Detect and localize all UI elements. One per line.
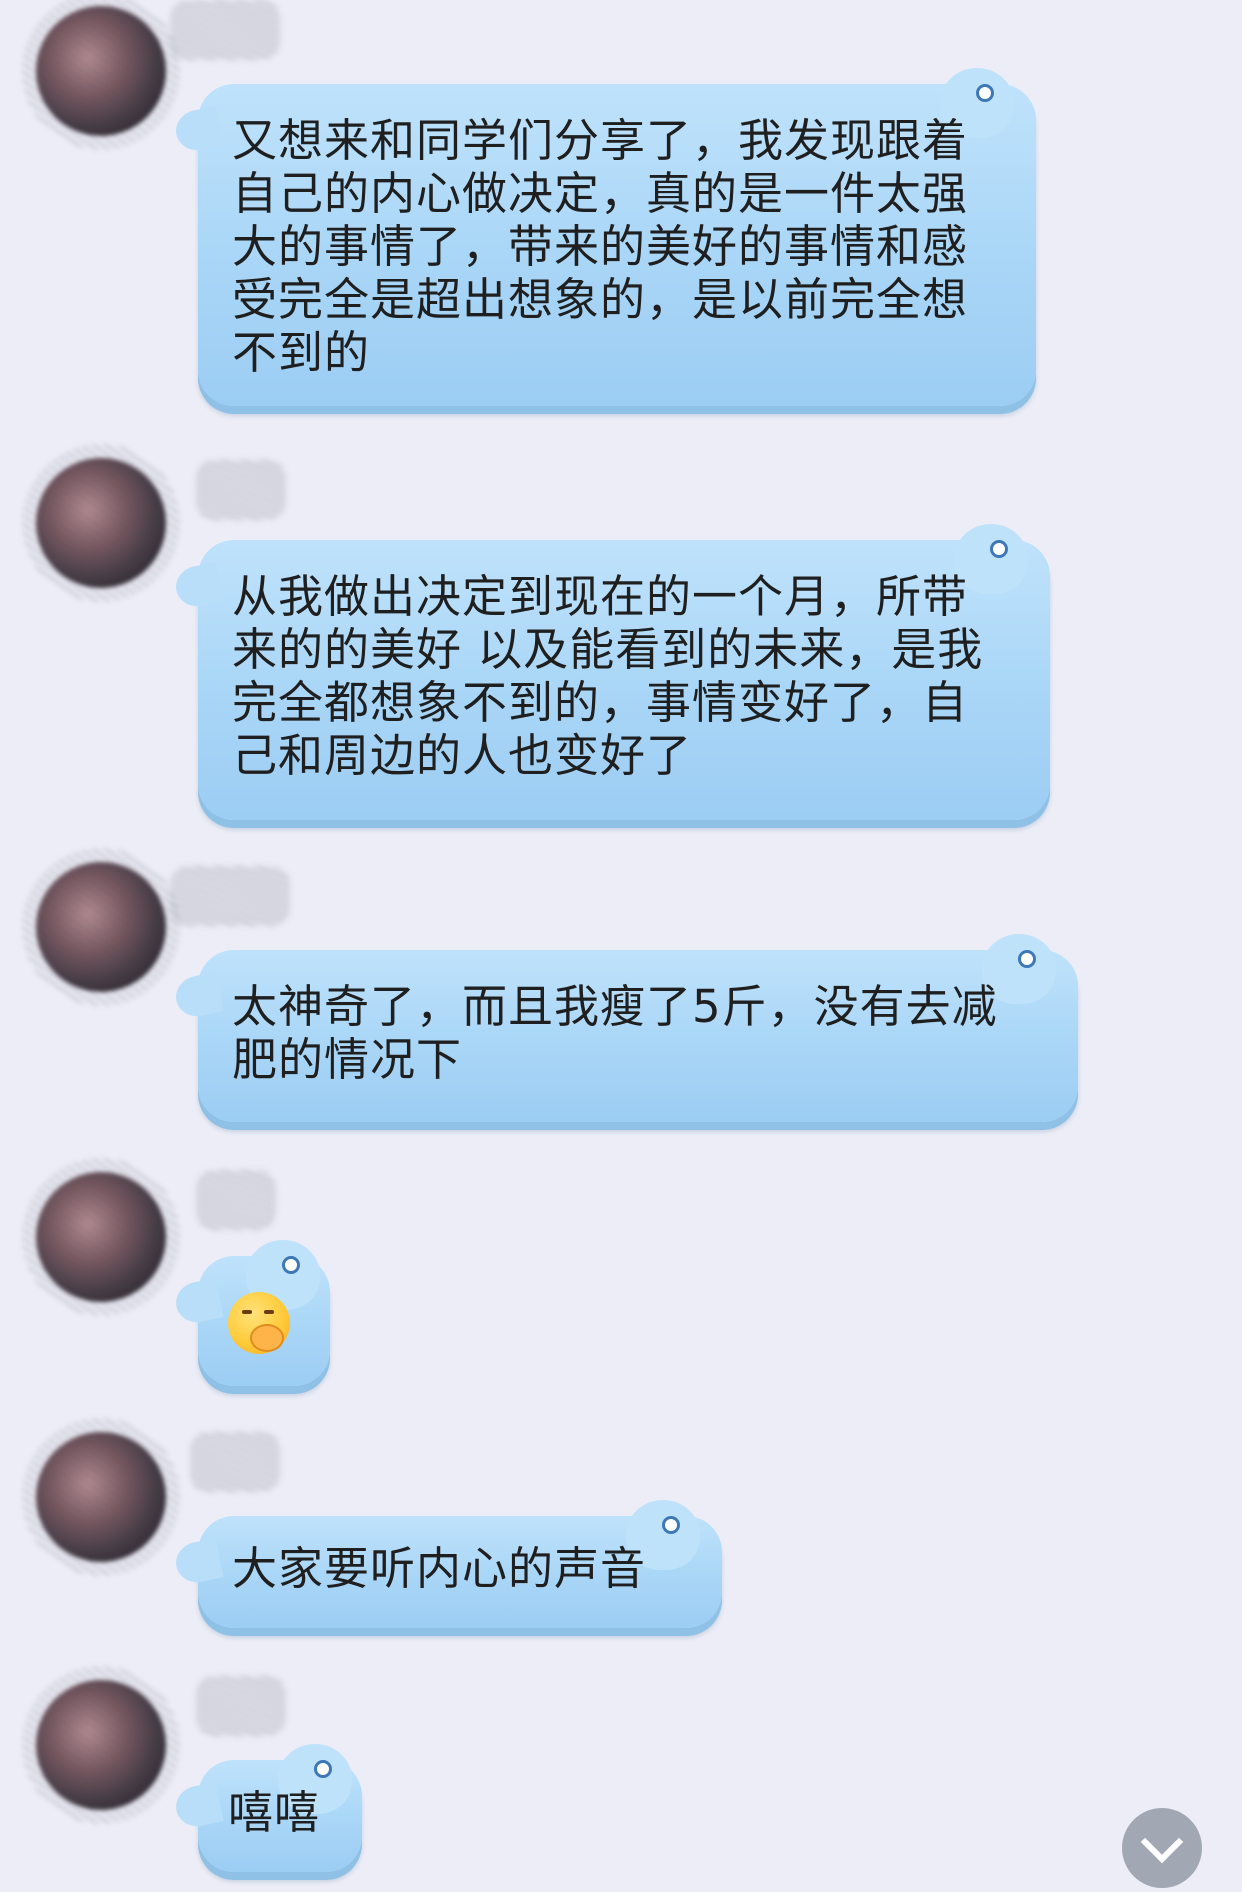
message-text: 又想来和同学们分享了，我发现跟着自己的内心做决定，真的是一件太强大的事情了，带来… <box>232 114 969 379</box>
avatar[interactable] <box>36 862 166 992</box>
nickname <box>196 1676 286 1736</box>
avatar[interactable] <box>36 1432 166 1562</box>
avatar[interactable] <box>36 1680 166 1810</box>
nickname <box>196 1170 276 1230</box>
message-text: 嘻嘻 <box>228 1786 321 1839</box>
avatar[interactable] <box>36 458 166 588</box>
hand-over-mouth-emoji <box>228 1292 290 1354</box>
message-text: 大家要听内心的声音 <box>232 1542 647 1595</box>
chevron-down-icon <box>1140 1820 1184 1864</box>
message-bubble[interactable]: 嘻嘻 <box>172 1744 362 1872</box>
scroll-to-bottom-button[interactable] <box>1122 1808 1202 1888</box>
message-bubble[interactable]: 又想来和同学们分享了，我发现跟着自己的内心做决定，真的是一件太强大的事情了，带来… <box>172 68 1036 406</box>
message-bubble[interactable]: 从我做出决定到现在的一个月，所带来的的美好 以及能看到的未来，是我完全都想象不到… <box>172 524 1050 820</box>
message-bubble[interactable]: 太神奇了，而且我瘦了5斤，没有去减肥的情况下 <box>172 934 1078 1122</box>
nickname <box>196 460 286 520</box>
message-bubble[interactable] <box>172 1240 330 1386</box>
nickname <box>170 866 290 926</box>
nickname <box>190 1432 280 1492</box>
message-text: 太神奇了，而且我瘦了5斤，没有去减肥的情况下 <box>232 980 998 1086</box>
nickname <box>170 0 280 60</box>
message-text: 从我做出决定到现在的一个月，所带来的的美好 以及能看到的未来，是我完全都想象不到… <box>232 570 984 782</box>
message-bubble[interactable]: 大家要听内心的声音 <box>172 1500 722 1628</box>
avatar[interactable] <box>36 1172 166 1302</box>
avatar[interactable] <box>36 6 166 136</box>
